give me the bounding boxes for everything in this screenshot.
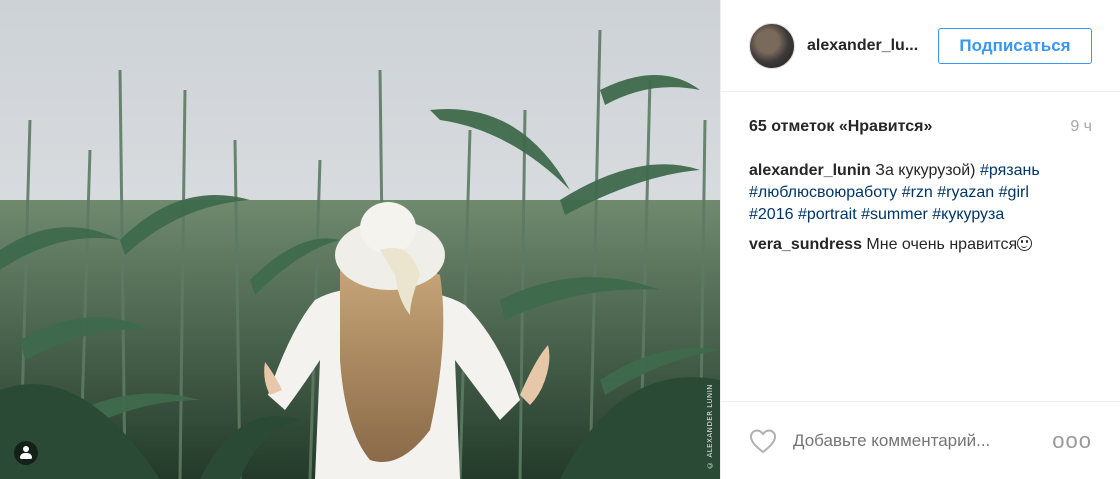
user-tag-head: [23, 446, 29, 452]
hashtag-link[interactable]: #summer: [861, 206, 928, 223]
comment-bar: ooo: [721, 401, 1120, 479]
comment: vera_sundress Мне очень нравится: [749, 234, 1092, 256]
hashtag-link[interactable]: #portrait: [798, 206, 857, 223]
heart-outline-icon[interactable]: [749, 428, 777, 454]
follow-button[interactable]: Подписаться: [938, 27, 1092, 64]
comment-author[interactable]: vera_sundress: [749, 236, 862, 253]
post-header: alexander_lu... Подписаться: [721, 0, 1120, 92]
post-meta: 65 отметок «Нравится» 9 ч alexander_luni…: [721, 118, 1120, 256]
caption-text: За кукурузой): [875, 162, 976, 179]
user-tag-body: [20, 453, 32, 459]
post-sidebar: alexander_lu... Подписаться 65 отметок «…: [720, 0, 1120, 479]
user-tag-icon[interactable]: [14, 441, 38, 465]
hashtag-link[interactable]: #girl: [999, 184, 1029, 201]
hashtag-link[interactable]: #люблюсвоюработу: [749, 184, 897, 201]
likes-row: 65 отметок «Нравится» 9 ч: [749, 118, 1092, 136]
hashtag-link[interactable]: #2016: [749, 206, 794, 223]
more-dots-icon[interactable]: ooo: [1052, 428, 1092, 454]
caption-author[interactable]: alexander_lunin: [749, 162, 871, 179]
hashtag-link[interactable]: #рязань: [980, 162, 1040, 179]
comment-text: Мне очень нравится: [866, 236, 1018, 253]
hashtag-link[interactable]: #ryazan: [937, 184, 994, 201]
caption: alexander_lunin За кукурузой) #рязань #л…: [749, 160, 1092, 226]
instagram-post: © ALEXANDER LUNIN alexander_lu... Подпис…: [0, 0, 1120, 479]
hashtag-link[interactable]: #rzn: [902, 184, 933, 201]
timestamp[interactable]: 9 ч: [1070, 118, 1092, 136]
comment-input[interactable]: [791, 429, 1053, 452]
photo-watermark: © ALEXANDER LUNIN: [706, 384, 714, 469]
post-photo[interactable]: © ALEXANDER LUNIN: [0, 0, 720, 479]
likes-count[interactable]: 65 отметок «Нравится»: [749, 118, 932, 136]
smiling-face-emoji-icon: [1017, 236, 1033, 251]
hashtag-link[interactable]: #кукуруза: [932, 206, 1004, 223]
photo-girl-in-cornfield: [0, 0, 720, 479]
avatar[interactable]: [749, 22, 795, 69]
username-link[interactable]: alexander_lu...: [807, 37, 938, 55]
